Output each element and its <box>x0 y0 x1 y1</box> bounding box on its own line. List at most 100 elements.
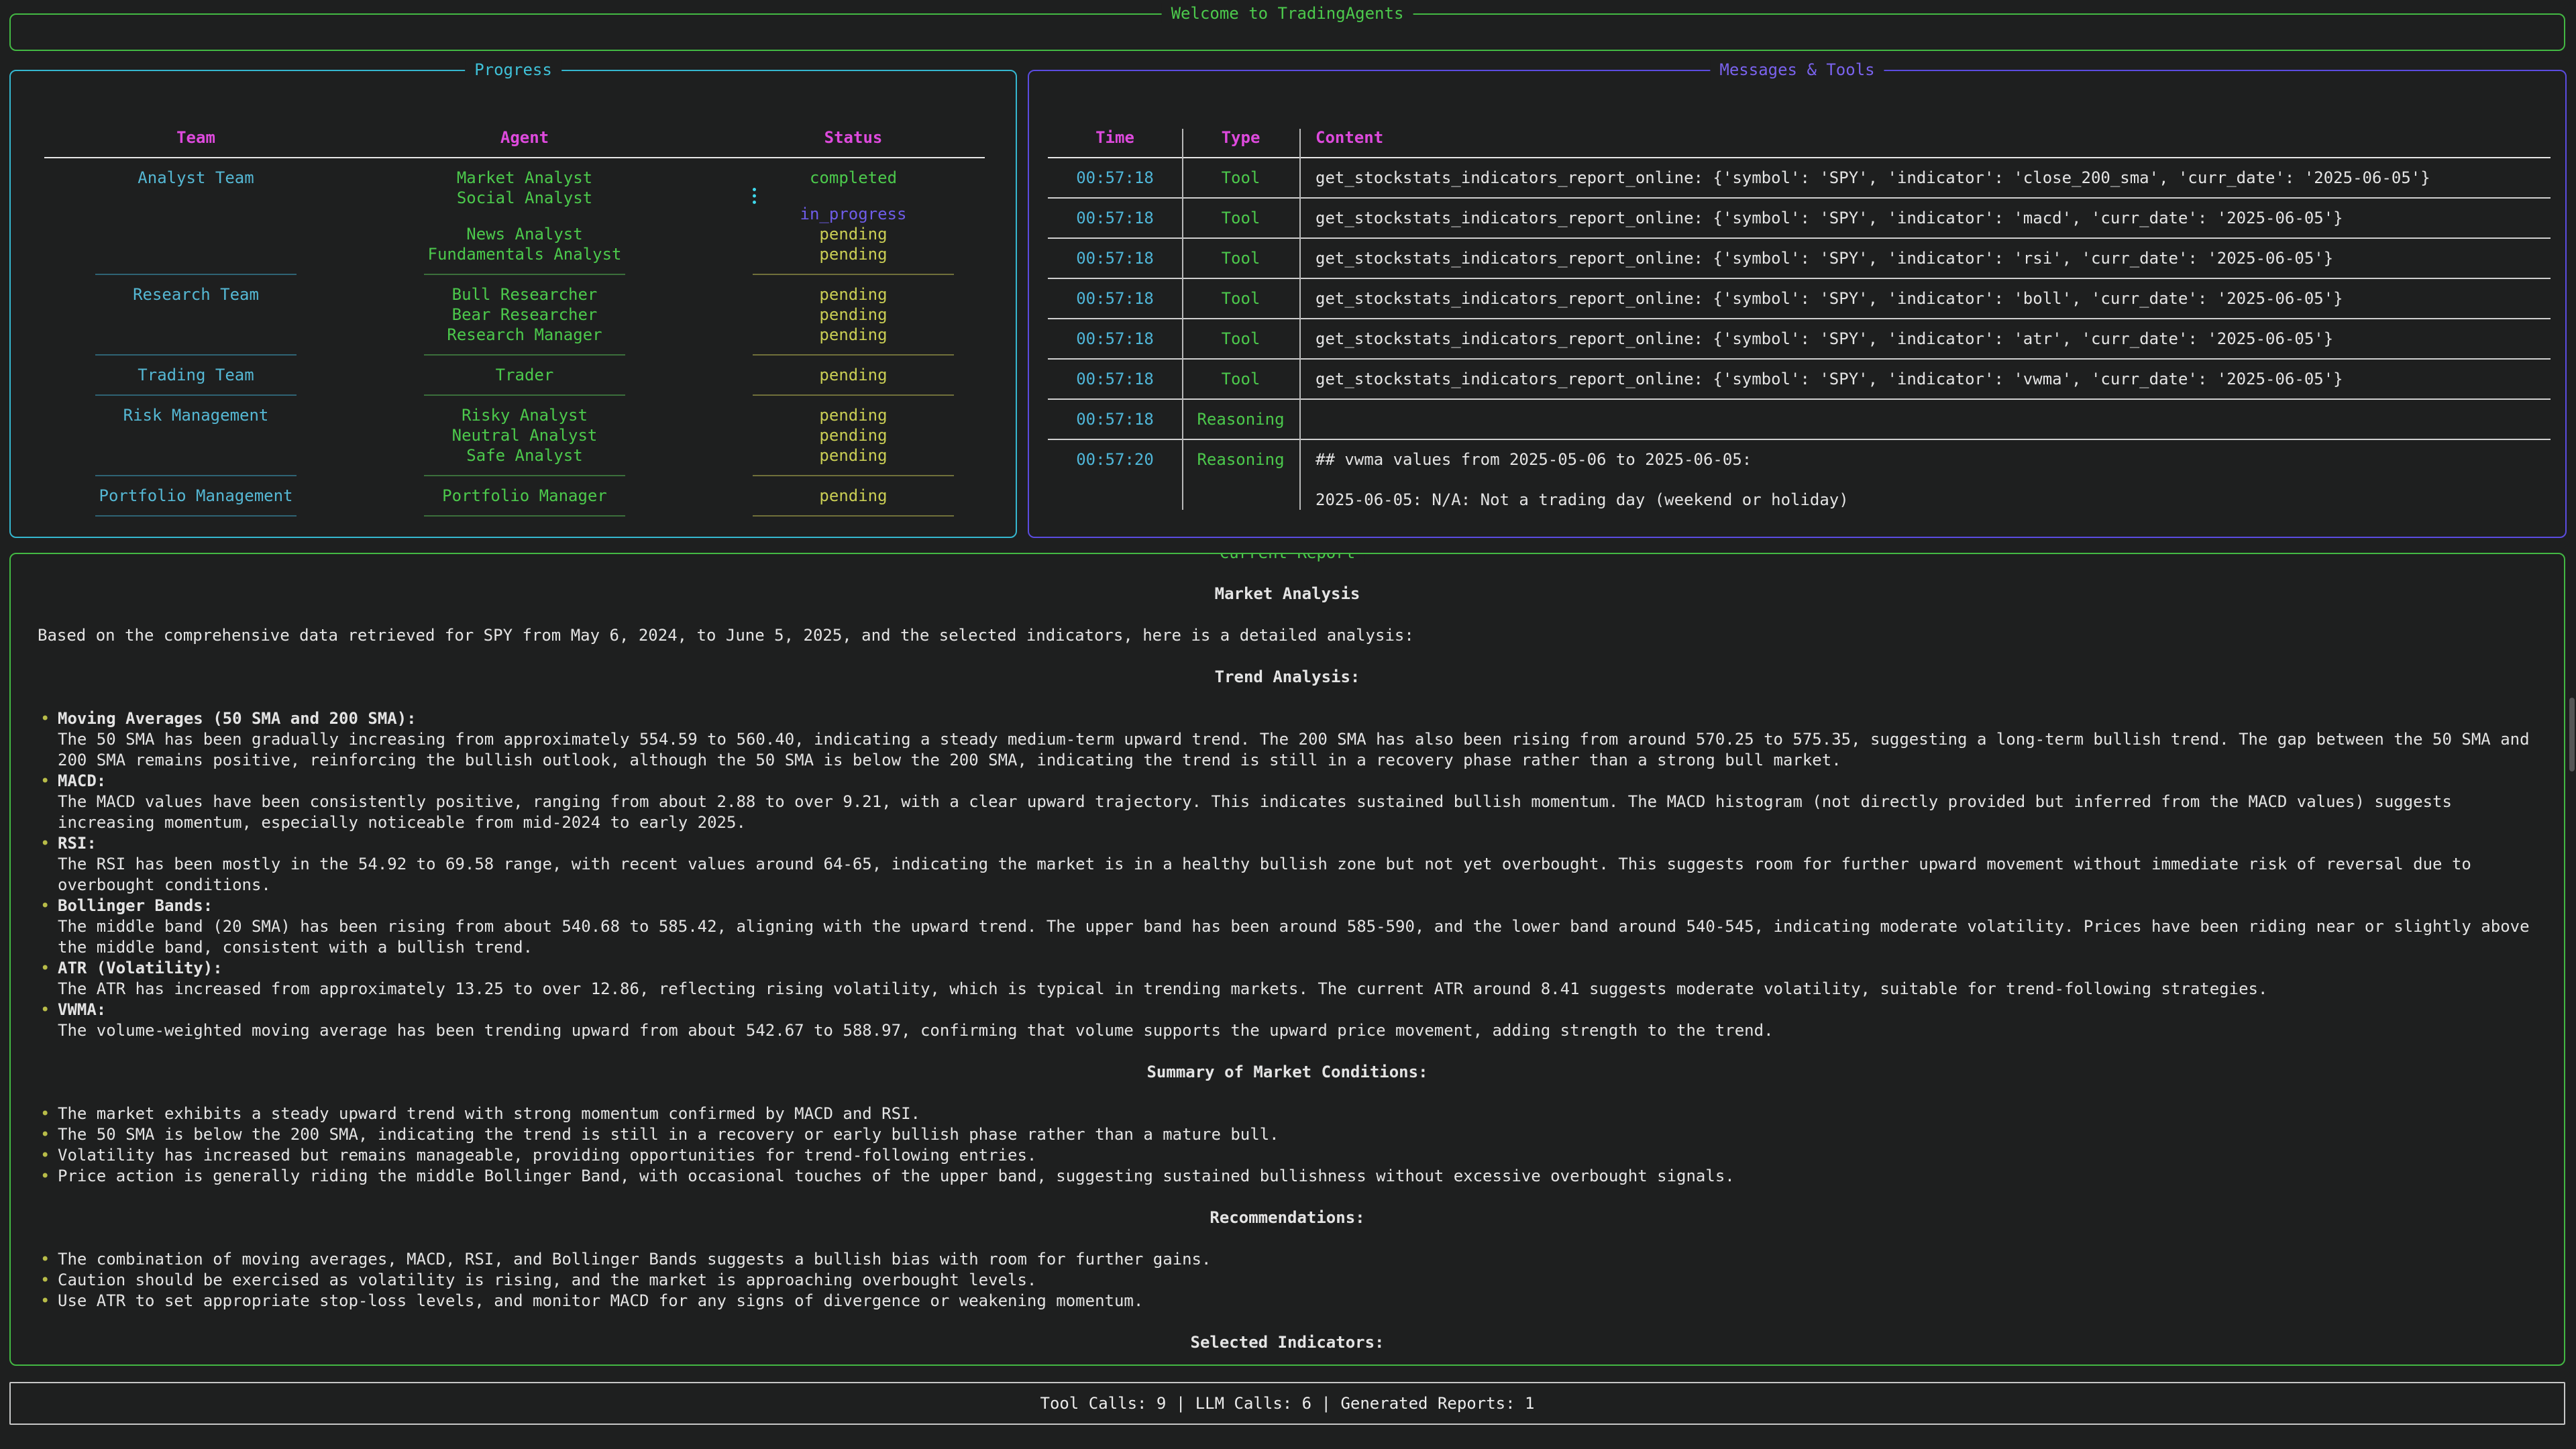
messages-column-header: Type <box>1182 127 1299 148</box>
messages-panel: Messages & Tools TimeTypeContent00:57:18… <box>1028 70 2567 538</box>
message-row: 00:57:18Toolget_stockstats_indicators_re… <box>1048 158 2551 197</box>
message-row: 00:57:18Toolget_stockstats_indicators_re… <box>1048 360 2551 398</box>
bullet-title: VWMA: <box>58 1000 2537 1020</box>
bullet-title: MACD: <box>58 771 2537 792</box>
agent-name: Trader <box>424 365 625 385</box>
report-bullet-item: •MACD:The MACD values have been consiste… <box>38 771 2537 833</box>
agent-name: Risky Analyst <box>424 405 625 425</box>
team-section-separator <box>44 264 985 284</box>
message-time: 00:57:18 <box>1048 199 1182 237</box>
agent-status: pending <box>753 405 954 425</box>
report-body: Market AnalysisBased on the comprehensiv… <box>11 554 2564 1353</box>
message-content: get_stockstats_indicators_report_online:… <box>1299 360 2551 398</box>
team-name: Portfolio Management <box>95 486 297 506</box>
progress-column-header: Team <box>95 127 297 148</box>
progress-team-section: Trading TeamTraderpending <box>44 365 985 385</box>
agent-name: Portfolio Manager <box>424 486 625 506</box>
report-bullet-item: •Price action is generally riding the mi… <box>38 1166 2537 1187</box>
message-content: get_stockstats_indicators_report_online:… <box>1299 239 2551 278</box>
report-bullet-item: • ATR (Volatility):The ATR has increased … <box>38 958 2537 1000</box>
team-separator <box>95 515 297 517</box>
message-row: 00:57:18Toolget_stockstats_indicators_re… <box>1048 239 2551 278</box>
bullet-icon: • <box>40 708 50 729</box>
status-separator <box>753 475 954 476</box>
message-row: 00:57:18Toolget_stockstats_indicators_re… <box>1048 319 2551 358</box>
message-time: 00:57:18 <box>1048 360 1182 398</box>
bullet-icon: • <box>40 1166 50 1187</box>
status-label: pending <box>753 244 954 264</box>
status-separator <box>753 354 954 356</box>
message-type: Tool <box>1182 239 1299 278</box>
report-bullet-item: •Moving Averages (50 SMA and 200 SMA):Th… <box>38 708 2537 771</box>
report-bullet-item: •The combination of moving averages, MAC… <box>38 1249 2537 1270</box>
agent-status: pending <box>753 224 954 244</box>
agent-status: pending <box>753 284 954 305</box>
status-label: pending <box>753 224 954 244</box>
bullet-icon: • <box>40 1104 50 1124</box>
progress-team-section: Risk ManagementRisky AnalystpendingNeutr… <box>44 405 985 466</box>
agent-name: Bear Researcher <box>424 305 625 325</box>
welcome-title: Welcome to TradingAgents <box>1162 3 1413 23</box>
message-time: 00:57:18 <box>1048 279 1182 318</box>
message-content: get_stockstats_indicators_report_online:… <box>1299 199 2551 237</box>
agent-status: pending <box>753 425 954 445</box>
agent-name: Safe Analyst <box>424 445 625 466</box>
bullet-body: Volatility has increased but remains man… <box>58 1145 2537 1166</box>
report-bullet-item: •Use ATR to set appropriate stop-loss le… <box>38 1291 2537 1311</box>
message-type: Reasoning <box>1182 440 1299 519</box>
bullet-icon: • <box>40 958 50 979</box>
progress-team-section: Research Team Bull Researcher pending Bear … <box>44 284 985 345</box>
status-separator <box>753 515 954 517</box>
bullet-body: The RSI has been mostly in the 54.92 to … <box>58 854 2537 896</box>
bullet-body: Caution should be exercised as volatilit… <box>58 1270 2537 1291</box>
bullet-body: The 50 SMA is below the 200 SMA, indicat… <box>58 1124 2537 1145</box>
agent-separator <box>424 394 625 396</box>
agent-status: pending <box>753 365 954 385</box>
progress-column-header: Agent <box>424 127 625 148</box>
team-separator <box>95 475 297 476</box>
agent-name: Bull Researcher <box>424 284 625 305</box>
scrollbar-thumb[interactable] <box>2569 698 2575 771</box>
progress-panel: Progress TeamAgentStatusAnalyst TeamMark… <box>9 70 1017 538</box>
agent-status: in_progress <box>753 188 954 224</box>
agent-separator <box>424 354 625 356</box>
progress-panel-title: Progress <box>465 60 561 80</box>
status-label: pending <box>753 425 954 445</box>
message-type: Tool <box>1182 158 1299 197</box>
team-section-separator <box>44 506 985 526</box>
message-type: Tool <box>1182 360 1299 398</box>
report-bullet-item: •RSI:The RSI has been mostly in the 54.9… <box>38 833 2537 896</box>
messages-panel-title: Messages & Tools <box>1710 60 1884 80</box>
report-section-heading: Trend Analysis: <box>38 667 2537 688</box>
agent-status: pending <box>753 305 954 325</box>
bullet-title: Moving Averages (50 SMA and 200 SMA): <box>58 708 2537 729</box>
status-label: pending <box>753 486 954 506</box>
footer-stats: Tool Calls: 9 | LLM Calls: 6 | Generated… <box>1040 1393 1535 1413</box>
bullet-title: ATR (Volatility): <box>58 958 2537 979</box>
bullet-title: Bollinger Bands: <box>58 896 2537 916</box>
bullet-body: Use ATR to set appropriate stop-loss lev… <box>58 1291 2537 1311</box>
messages-column-header: Content <box>1299 127 2551 148</box>
bullet-icon: • <box>40 1145 50 1166</box>
agent-name: Social Analyst <box>424 188 625 224</box>
header-separator <box>44 157 985 158</box>
team-name: Research Team <box>95 284 297 305</box>
agent-status: pending <box>753 486 954 506</box>
report-section-heading: Selected Indicators: <box>38 1332 2537 1353</box>
message-time: 00:57:18 <box>1048 158 1182 197</box>
status-separator <box>753 394 954 396</box>
agent-name: News Analyst <box>424 224 625 244</box>
bullet-icon: • <box>40 1270 50 1291</box>
bullet-icon: • <box>40 1124 50 1145</box>
message-content: get_stockstats_indicators_report_online:… <box>1299 279 2551 318</box>
team-section-separator <box>44 466 985 486</box>
report-section-heading: Summary of Market Conditions: <box>38 1062 2537 1083</box>
agent-status: pending <box>753 244 954 264</box>
message-row: 00:57:18Reasoning <box>1048 400 2551 439</box>
message-content <box>1299 400 2551 439</box>
team-name: Risk Management <box>95 405 297 425</box>
agent-separator <box>424 475 625 476</box>
bullet-body: The MACD values have been consistently p… <box>58 792 2537 833</box>
bullet-body: The ATR has increased from approximately… <box>58 979 2537 1000</box>
message-content: get_stockstats_indicators_report_online:… <box>1299 319 2551 358</box>
